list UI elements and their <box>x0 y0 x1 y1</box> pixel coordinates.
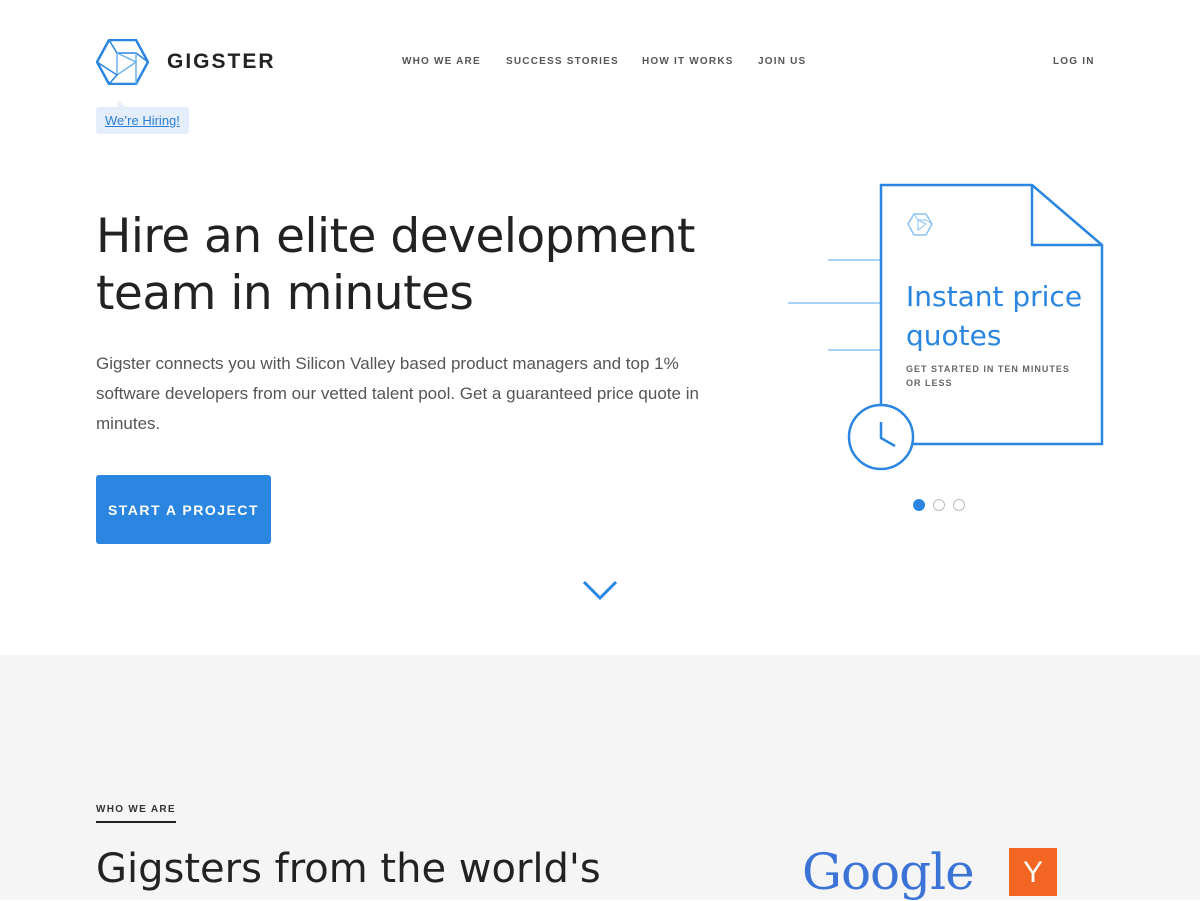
section-title: Gigsters from the world's <box>96 846 601 892</box>
hiring-badge-link[interactable]: We’re Hiring! <box>96 100 189 134</box>
carousel-dot-2[interactable] <box>933 499 945 511</box>
hero-description: Gigster connects you with Silicon Valley… <box>96 354 699 433</box>
carousel-dots <box>913 499 965 511</box>
nav-join-us[interactable]: JOIN US <box>758 56 806 67</box>
nav-how-it-works[interactable]: HOW IT WORKS <box>642 56 734 67</box>
slide-title: Instant price quotes <box>906 280 1083 352</box>
hero-title: Hire an elite development team in minute… <box>96 209 695 321</box>
section-label: WHO WE ARE <box>96 804 176 823</box>
carousel-dot-3[interactable] <box>953 499 965 511</box>
ycombinator-logo: Y <box>1009 848 1057 896</box>
carousel-dot-1[interactable] <box>913 499 925 511</box>
main-nav: WHO WE ARE SUCCESS STORIES HOW IT WORKS … <box>0 56 1200 70</box>
clock-icon <box>847 403 915 471</box>
nav-who-we-are[interactable]: WHO WE ARE <box>402 56 481 67</box>
google-logo: Google <box>802 843 975 901</box>
chevron-down-icon[interactable] <box>582 578 618 602</box>
speed-lines <box>788 259 880 351</box>
login-link[interactable]: LOG IN <box>1053 56 1095 67</box>
nav-success-stories[interactable]: SUCCESS STORIES <box>506 56 619 67</box>
slide-subtitle: GET STARTED IN TEN MINUTES OR LESS <box>906 364 1070 388</box>
start-project-button[interactable]: START A PROJECT <box>96 475 271 544</box>
